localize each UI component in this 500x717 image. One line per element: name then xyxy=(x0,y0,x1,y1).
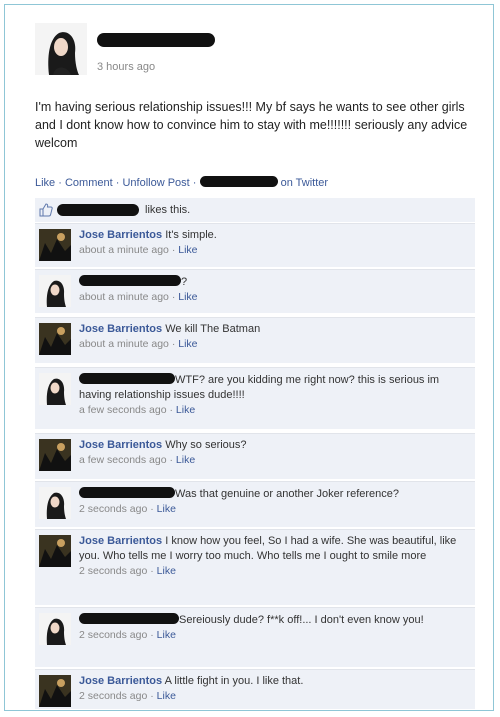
post-text: I'm having serious relationship issues!!… xyxy=(35,100,468,150)
screenshot-frame: 3 hours ago I'm having serious relations… xyxy=(4,4,494,711)
comment-like-link[interactable]: Like xyxy=(178,244,197,256)
poster-avatar[interactable] xyxy=(35,23,87,75)
poster-avatar-small[interactable] xyxy=(39,487,71,519)
jose-avatar[interactable] xyxy=(39,535,71,567)
comment-like-link[interactable]: Like xyxy=(176,454,195,466)
comment-like-link[interactable]: Like xyxy=(178,291,197,303)
comment-item: Was that genuine or another Joker refere… xyxy=(35,481,475,527)
comment-author[interactable]: Jose Barrientos xyxy=(79,675,162,687)
comment-item: Jose Barrientos A little fight in you. I… xyxy=(35,669,475,709)
comment-text: Jose Barrientos A little fight in you. I… xyxy=(79,675,304,702)
post-header: 3 hours ago xyxy=(35,23,475,93)
comment-text: ? about a minute ago · Like xyxy=(79,275,198,303)
liker-name-redacted xyxy=(57,204,139,216)
comment-text: Jose Barrientos It's simple. about a min… xyxy=(79,229,217,256)
comment-like-link[interactable]: Like xyxy=(157,503,176,515)
twitter-link[interactable]: on Twitter xyxy=(281,177,329,189)
thumbs-up-icon xyxy=(39,203,53,217)
comment-link[interactable]: Comment xyxy=(65,177,113,189)
unfollow-post-link[interactable]: Unfollow Post xyxy=(122,177,189,189)
comment-author[interactable]: Jose Barrientos xyxy=(79,323,162,335)
comment-item: Jose Barrientos I know how you feel, So … xyxy=(35,529,475,605)
comment-text: Jose Barrientos We kill The Batman about… xyxy=(79,323,261,350)
comment-like-link[interactable]: Like xyxy=(157,629,176,641)
comment-text: Was that genuine or another Joker refere… xyxy=(79,487,400,515)
comment-text: Jose Barrientos I know how you feel, So … xyxy=(79,535,457,577)
comment-item: Sereiously dude? f**k off!... I don't ev… xyxy=(35,607,475,667)
jose-avatar[interactable] xyxy=(39,439,71,471)
poster-avatar-small[interactable] xyxy=(39,613,71,645)
comment-text: WTF? are you kidding me right now? this … xyxy=(79,373,440,416)
poster-avatar-small[interactable] xyxy=(39,275,71,307)
comment-item: Jose Barrientos It's simple. about a min… xyxy=(35,223,475,267)
commenter-name-redacted xyxy=(79,373,175,384)
commenter-name-redacted xyxy=(79,487,175,498)
like-link[interactable]: Like xyxy=(35,177,55,189)
post-timestamp: 3 hours ago xyxy=(97,61,156,73)
commenter-name-redacted xyxy=(79,275,181,286)
comment-item: WTF? are you kidding me right now? this … xyxy=(35,367,475,429)
jose-avatar[interactable] xyxy=(39,229,71,261)
commenter-name-redacted xyxy=(79,613,179,624)
comment-author[interactable]: Jose Barrientos xyxy=(79,229,162,241)
likes-row: likes this. xyxy=(35,198,475,222)
comment-text: Sereiously dude? f**k off!... I don't ev… xyxy=(79,613,424,641)
jose-avatar[interactable] xyxy=(39,675,71,707)
comment-text: Jose Barrientos Why so serious? a few se… xyxy=(79,439,247,466)
comment-item: ? about a minute ago · Like xyxy=(35,269,475,313)
post-actions: Like · Comment · Unfollow Post · on Twit… xyxy=(35,176,329,189)
comment-author[interactable]: Jose Barrientos xyxy=(79,535,162,547)
comment-like-link[interactable]: Like xyxy=(178,338,197,350)
likes-text: likes this. xyxy=(145,204,191,216)
comment-like-link[interactable]: Like xyxy=(157,565,176,577)
comment-like-link[interactable]: Like xyxy=(157,690,176,702)
comment-item: Jose Barrientos Why so serious? a few se… xyxy=(35,433,475,479)
comment-item: Jose Barrientos We kill The Batman about… xyxy=(35,317,475,363)
jose-avatar[interactable] xyxy=(39,323,71,355)
comment-author[interactable]: Jose Barrientos xyxy=(79,439,162,451)
redacted-link xyxy=(199,176,278,187)
poster-avatar-small[interactable] xyxy=(39,373,71,405)
comment-like-link[interactable]: Like xyxy=(176,404,195,416)
poster-name-redacted xyxy=(97,33,215,47)
